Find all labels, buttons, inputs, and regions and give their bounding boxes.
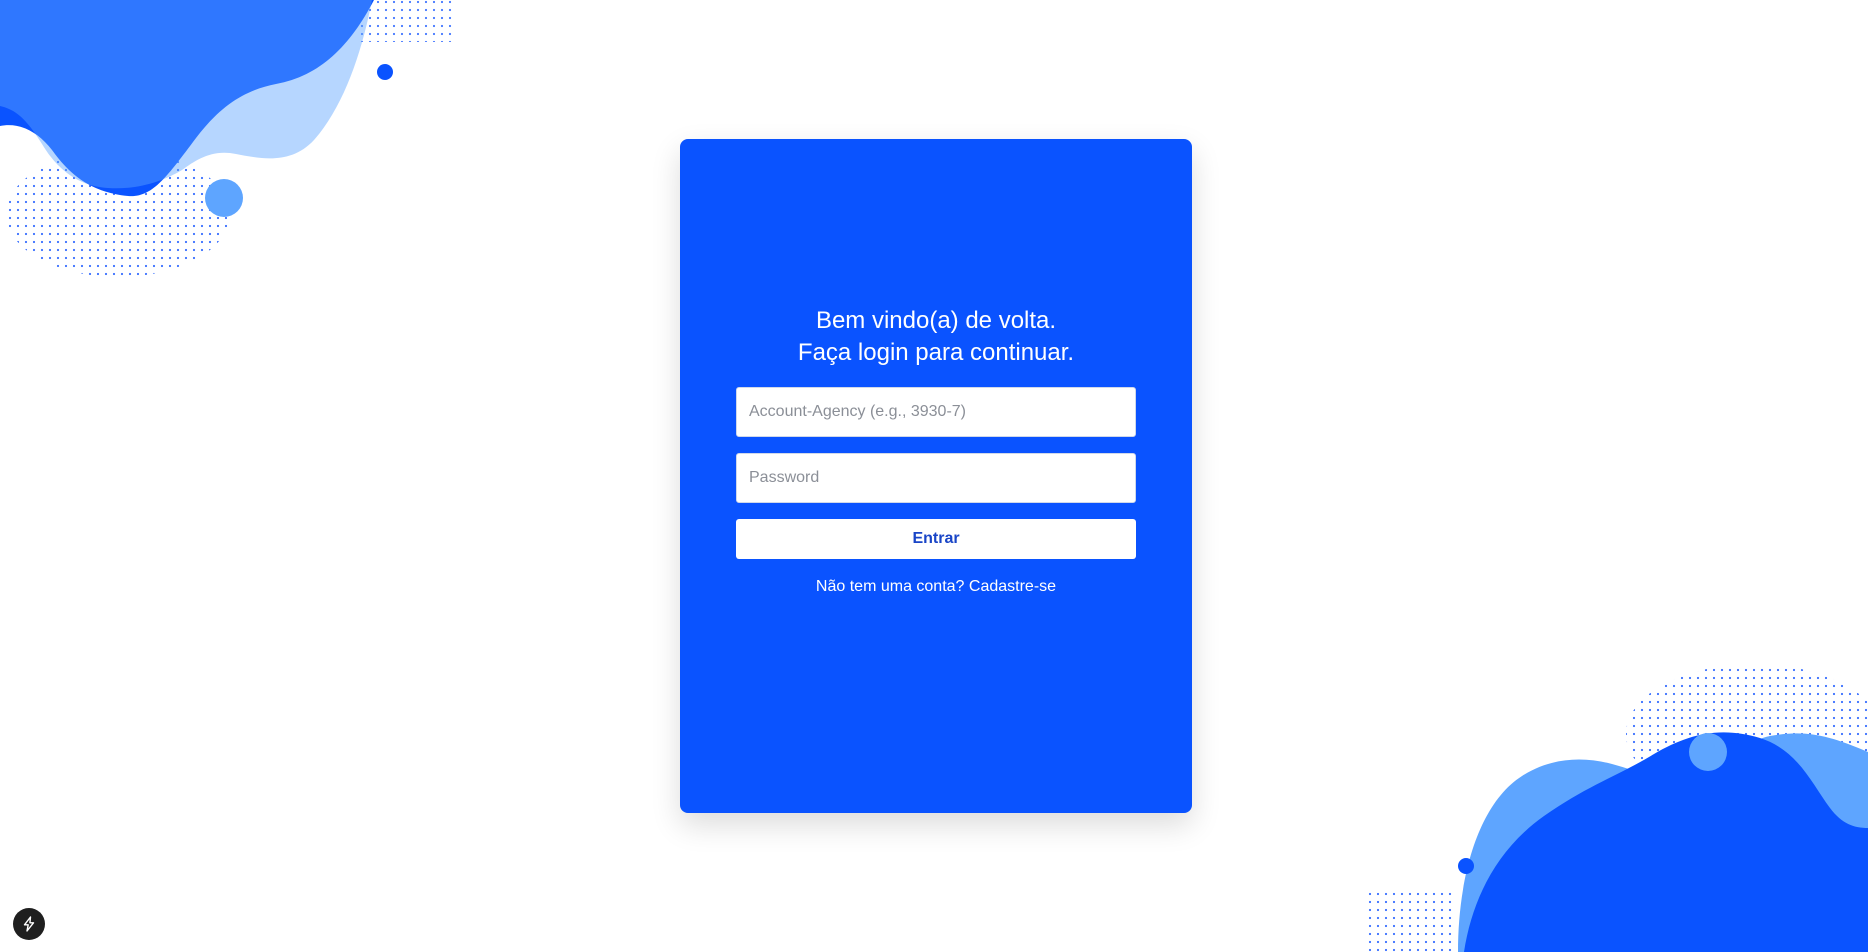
bottom-right-blob-decoration <box>1368 664 1868 952</box>
account-agency-input[interactable] <box>736 387 1136 437</box>
login-form: Bem vindo(a) de volta. Faça login para c… <box>736 305 1136 597</box>
signup-link[interactable]: Cadastre-se <box>969 578 1056 595</box>
signup-prompt: Não tem uma conta? Cadastre-se <box>736 577 1136 597</box>
welcome-heading-line-1: Bem vindo(a) de volta. <box>815 307 1057 334</box>
top-left-blob-decoration <box>0 0 455 277</box>
login-card: Bem vindo(a) de volta. Faça login para c… <box>680 139 1192 813</box>
login-page: Bem vindo(a) de volta. Faça login para c… <box>0 0 1868 952</box>
signup-prompt-text: Não tem uma conta? <box>815 578 965 595</box>
password-input[interactable] <box>736 453 1136 503</box>
welcome-heading: Bem vindo(a) de volta. Faça login para c… <box>736 305 1136 369</box>
login-submit-button[interactable]: Entrar <box>736 519 1136 559</box>
lightning-icon <box>23 916 35 932</box>
welcome-heading-line-2: Faça login para continuar. <box>797 339 1075 366</box>
dev-tools-badge[interactable] <box>13 908 45 940</box>
